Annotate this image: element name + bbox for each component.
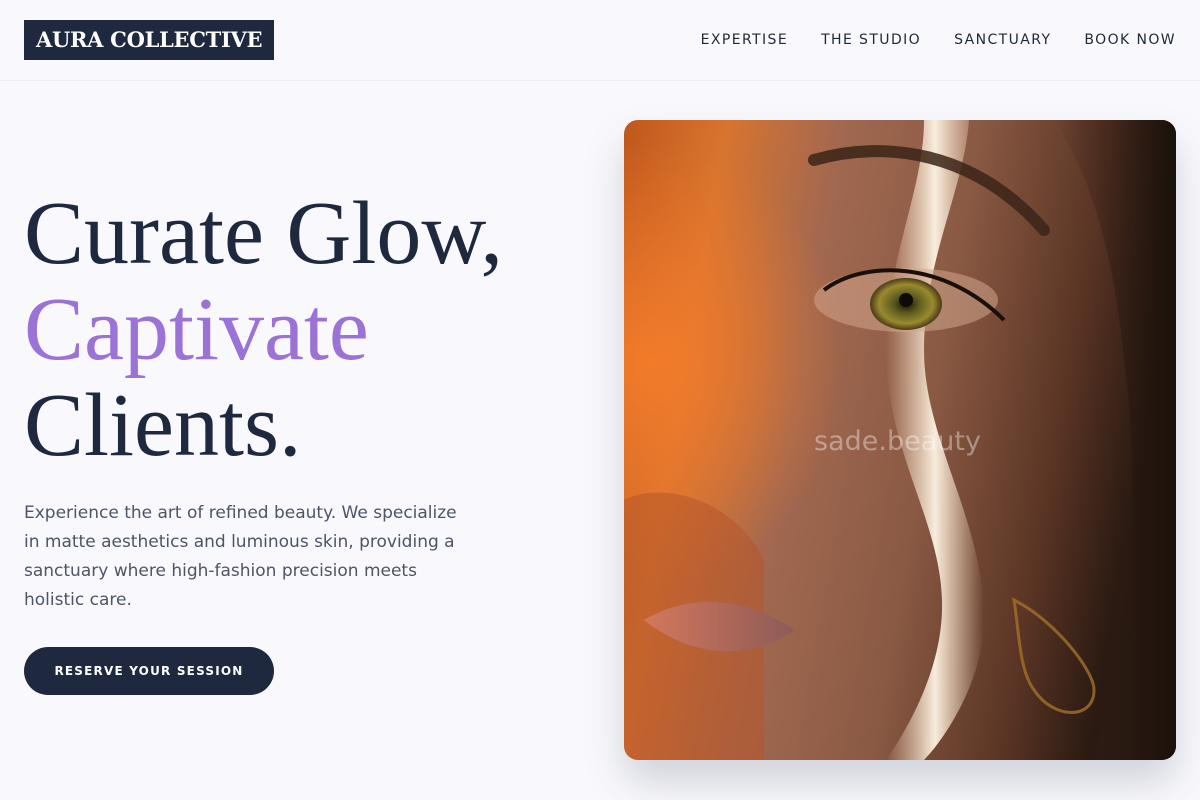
hero-title: Curate Glow, Captivate Clients.: [24, 186, 503, 474]
main-nav: EXPERTISE THE STUDIO SANCTUARY BOOK NOW: [701, 0, 1176, 80]
image-watermark: sade.beauty: [814, 426, 981, 457]
brand-logo[interactable]: AURA COLLECTIVE: [24, 20, 275, 60]
hero-title-line-3: Clients.: [24, 376, 302, 475]
nav-link-book-now[interactable]: BOOK NOW: [1084, 32, 1176, 48]
hero-title-line-2-accent: Captivate: [24, 280, 369, 379]
nav-link-the-studio[interactable]: THE STUDIO: [821, 32, 921, 48]
site-header: AURA COLLECTIVE EXPERTISE THE STUDIO SAN…: [0, 0, 1200, 81]
hero-description: Experience the art of refined beauty. We…: [24, 503, 457, 610]
nav-link-sanctuary[interactable]: SANCTUARY: [954, 32, 1051, 48]
nav-link-expertise[interactable]: EXPERTISE: [701, 32, 788, 48]
hero-portrait-image: sade.beauty: [624, 120, 1176, 760]
reserve-session-button[interactable]: RESERVE YOUR SESSION: [24, 647, 274, 695]
hero-title-line-1: Curate Glow,: [24, 184, 504, 283]
